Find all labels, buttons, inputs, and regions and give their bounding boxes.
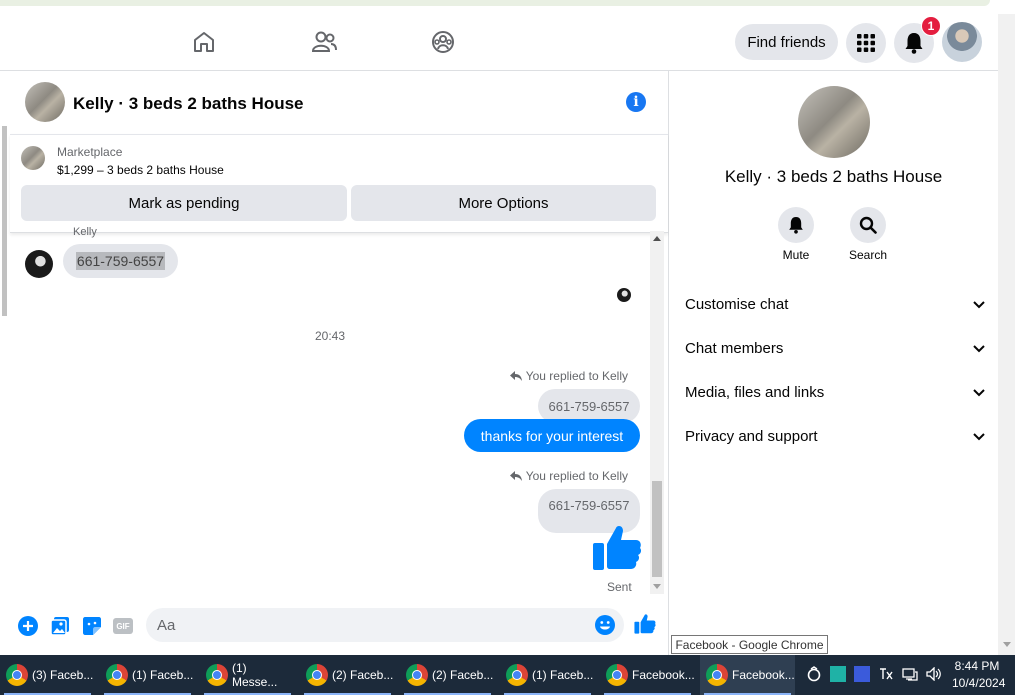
large-like-icon[interactable] — [592, 524, 642, 577]
reply-label-1: You replied to Kelly — [509, 369, 628, 383]
listing-title[interactable]: $1,299 – 3 beds 2 baths House — [57, 163, 224, 177]
windows-taskbar: (3) Faceb... (1) Faceb... (1) Messe... (… — [0, 655, 1015, 695]
chrome-icon — [306, 664, 328, 686]
input-method-icon[interactable] — [878, 666, 894, 685]
customise-chat-section[interactable]: Customise chat — [685, 296, 985, 313]
seen-receipt-avatar — [617, 288, 631, 302]
message-input-placeholder: Aa — [157, 617, 176, 634]
sent-status: Sent — [607, 580, 632, 594]
more-options-button[interactable]: More Options — [351, 185, 656, 221]
taskbar-chrome-window[interactable]: (2) Faceb... — [300, 655, 395, 695]
taskbar-chrome-window[interactable]: (1) Faceb... — [100, 655, 195, 695]
menu-grid-icon[interactable] — [846, 23, 886, 63]
message-input[interactable]: Aa — [146, 608, 624, 642]
clock-time: 8:44 PM — [954, 659, 1000, 673]
chat-panel: Kelly · 3 beds 2 baths House i Marketpla… — [10, 71, 669, 655]
emoji-icon[interactable] — [595, 615, 615, 640]
taskbar-chrome-window[interactable]: (3) Faceb... — [0, 655, 95, 695]
sticker-icon[interactable] — [81, 615, 103, 637]
add-plus-icon[interactable] — [17, 615, 39, 637]
facebook-header: Find friends 1 — [0, 14, 1000, 71]
find-friends-button[interactable]: Find friends — [735, 24, 838, 60]
profile-avatar[interactable] — [942, 22, 982, 62]
system-clock[interactable]: 8:44 PM 10/4/2024 — [952, 658, 1006, 692]
taskbar-chrome-window[interactable]: (2) Faceb... — [400, 655, 495, 695]
messages-scrollbar[interactable] — [650, 231, 664, 594]
reply-arrow-icon — [509, 371, 522, 381]
chrome-icon — [406, 664, 428, 686]
search-label: Search — [848, 248, 888, 262]
chrome-icon — [706, 664, 728, 686]
outgoing-message[interactable]: thanks for your interest — [464, 419, 640, 452]
chrome-icon — [506, 664, 528, 686]
mute-bell-icon[interactable] — [778, 207, 814, 243]
quoted-message-1[interactable]: 661-759-6557 — [538, 389, 640, 423]
details-avatar[interactable] — [798, 86, 870, 158]
sender-avatar[interactable] — [25, 250, 53, 278]
chrome-icon — [106, 664, 128, 686]
reply-arrow-icon — [509, 471, 522, 481]
photo-icon[interactable] — [49, 615, 71, 637]
network-icon[interactable] — [902, 667, 918, 684]
search-icon[interactable] — [850, 207, 886, 243]
clock-date: 10/4/2024 — [952, 676, 1006, 690]
like-send-icon[interactable] — [634, 613, 656, 635]
taskbar-chrome-window-active[interactable]: Facebook... — [700, 655, 795, 695]
incoming-message[interactable]: 661-759-6557 — [63, 244, 178, 278]
chevron-down-icon — [973, 344, 985, 352]
message-timestamp: 20:43 — [314, 329, 346, 343]
volume-icon[interactable] — [926, 666, 942, 684]
media-files-links-section[interactable]: Media, files and links — [685, 384, 985, 401]
app-tray-icon-2[interactable] — [854, 666, 870, 682]
chrome-icon — [6, 664, 28, 686]
taskbar-chrome-window[interactable]: (1) Faceb... — [500, 655, 595, 695]
cortana-icon[interactable] — [806, 666, 822, 685]
page-scrollbar-right[interactable] — [998, 14, 1015, 655]
window-tooltip: Facebook - Google Chrome — [671, 635, 828, 654]
chat-title[interactable]: Kelly · 3 beds 2 baths House — [73, 94, 304, 114]
notification-badge: 1 — [921, 16, 941, 36]
browser-top-strip — [0, 0, 1015, 15]
chat-avatar[interactable] — [25, 82, 65, 122]
incoming-message-text: 661-759-6557 — [75, 252, 166, 270]
listing-thumbnail[interactable] — [21, 146, 45, 170]
chevron-down-icon — [973, 388, 985, 396]
sender-name: Kelly — [73, 226, 97, 238]
taskbar-chrome-window[interactable]: Facebook... — [600, 655, 695, 695]
mute-label: Mute — [782, 248, 810, 262]
gif-icon[interactable]: GIF — [112, 615, 134, 637]
privacy-support-section[interactable]: Privacy and support — [685, 428, 985, 445]
reply-label-2: You replied to Kelly — [509, 469, 628, 483]
app-tray-icon[interactable] — [830, 666, 846, 682]
chrome-icon — [206, 664, 228, 686]
mark-as-pending-button[interactable]: Mark as pending — [21, 185, 347, 221]
home-icon[interactable] — [184, 24, 224, 60]
groups-icon[interactable] — [423, 24, 463, 60]
info-icon[interactable]: i — [626, 92, 646, 112]
taskbar-chrome-window[interactable]: (1) Messe... — [200, 655, 295, 695]
chevron-down-icon — [973, 432, 985, 440]
details-title: Kelly · 3 beds 2 baths House — [724, 167, 943, 186]
chat-members-section[interactable]: Chat members — [685, 340, 985, 357]
chrome-icon — [606, 664, 628, 686]
friends-icon[interactable] — [304, 24, 344, 60]
chat-details-panel: Kelly · 3 beds 2 baths House Mute Search… — [669, 71, 998, 655]
marketplace-label: Marketplace — [57, 145, 123, 159]
chevron-down-icon — [973, 300, 985, 308]
chat-header: Kelly · 3 beds 2 baths House i — [10, 71, 668, 135]
